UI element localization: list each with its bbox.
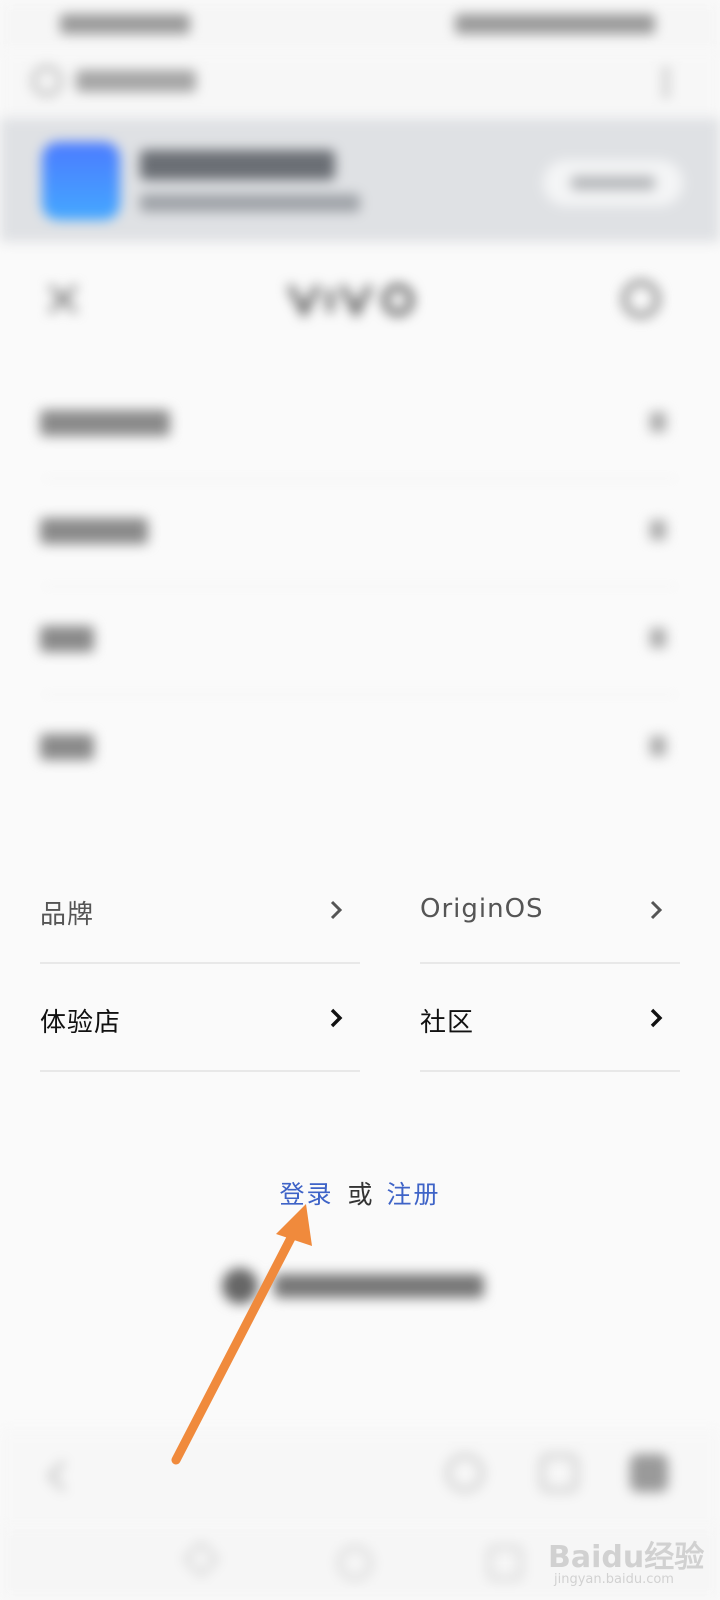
banner-subtitle	[140, 194, 360, 212]
menu-row[interactable]	[40, 694, 680, 802]
browser-toolbar	[0, 1430, 720, 1526]
menu-link-community[interactable]: 社区	[420, 964, 680, 1072]
back-icon[interactable]	[44, 1458, 70, 1494]
location-icon	[222, 1268, 258, 1304]
watermark-text: Baidu经验	[548, 1540, 705, 1575]
status-bar	[0, 0, 720, 50]
site-info-icon[interactable]	[32, 66, 62, 96]
tabs-icon[interactable]	[540, 1454, 578, 1492]
login-link[interactable]: 登录	[279, 1180, 333, 1209]
menu-link-label: 品牌	[40, 900, 95, 930]
search-icon[interactable]	[622, 280, 660, 318]
menu-row[interactable]	[40, 370, 680, 479]
close-icon[interactable]	[46, 282, 80, 316]
watermark-url: jingyan.baidu.com	[554, 1572, 674, 1587]
auth-separator: 或	[347, 1180, 373, 1209]
menu-row[interactable]	[40, 478, 680, 587]
plus-icon	[650, 412, 666, 432]
menu-row[interactable]	[40, 586, 680, 695]
battery-time	[455, 14, 655, 34]
home-icon[interactable]	[446, 1454, 484, 1492]
menu-link-experience-store[interactable]: 体验店	[40, 964, 360, 1072]
menu-icon[interactable]	[630, 1454, 668, 1492]
menu-link-label: 体验店	[40, 1008, 122, 1038]
chevron-right-icon	[650, 1008, 663, 1028]
location-text	[274, 1274, 484, 1298]
chevron-right-icon	[650, 900, 663, 920]
menu-link-brand[interactable]: 品牌	[40, 856, 360, 964]
chevron-right-icon	[330, 1008, 343, 1028]
watermark: Baidu经验 jingyan.baidu.com	[548, 1520, 718, 1590]
menu-link-label: 社区	[420, 1008, 475, 1038]
page-title-placeholder	[76, 70, 196, 92]
signal-icons	[60, 14, 190, 34]
app-logo	[42, 142, 120, 220]
nav-home-icon[interactable]	[338, 1546, 372, 1580]
more-menu-icon[interactable]	[662, 66, 670, 100]
menu-link-label: OriginOS	[420, 894, 544, 924]
menu-link-originos[interactable]: OriginOS	[420, 856, 680, 964]
nav-back-icon[interactable]	[182, 1540, 220, 1578]
open-app-button[interactable]	[543, 160, 683, 206]
auth-links: 登录或注册	[0, 1175, 720, 1211]
banner-title	[140, 150, 335, 180]
location-selector[interactable]	[222, 1268, 492, 1304]
chevron-right-icon	[650, 736, 666, 756]
chevron-right-icon	[650, 628, 666, 648]
register-link[interactable]: 注册	[387, 1180, 441, 1209]
chevron-right-icon	[330, 900, 343, 920]
plus-icon	[650, 520, 666, 540]
nav-recents-icon[interactable]	[488, 1546, 522, 1580]
app-download-banner	[0, 118, 720, 242]
browser-address-bar[interactable]	[0, 50, 720, 118]
brand-logo	[287, 284, 414, 319]
